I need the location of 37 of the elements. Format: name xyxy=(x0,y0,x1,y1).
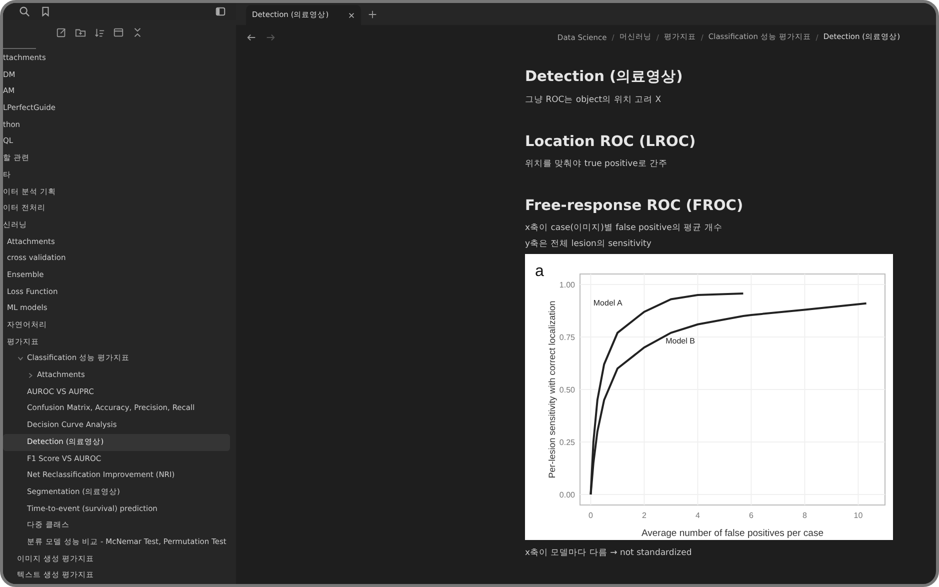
x-tick-label: 8 xyxy=(802,511,807,520)
x-tick-label: 2 xyxy=(642,511,646,520)
new-folder-icon[interactable] xyxy=(75,27,86,38)
note-text: 그냥 ROC는 object의 위치 고려 X xyxy=(525,94,662,106)
close-icon[interactable] xyxy=(348,12,355,18)
note-text: x축이 모델마다 다름 → not standardized xyxy=(525,547,693,559)
x-tick-label: 10 xyxy=(854,511,863,520)
y-tick-label: 0.50 xyxy=(559,386,575,394)
y-axis-title: Per-lesion sensitivity with correct localization xyxy=(547,300,557,478)
x-tick-label: 4 xyxy=(696,511,700,520)
plus-icon[interactable] xyxy=(367,8,378,20)
note-heading: Free-response ROC (FROC) xyxy=(525,198,744,214)
series-label: Model A xyxy=(593,298,622,308)
search-icon[interactable] xyxy=(19,6,30,18)
note-heading: Location ROC (LROC) xyxy=(525,134,697,150)
chevron-icon xyxy=(17,355,24,362)
x-tick-label: 0 xyxy=(588,511,593,520)
series-label: Model B xyxy=(666,336,695,346)
new-note-icon[interactable] xyxy=(56,27,67,38)
x-axis-title: Average number of false positives per case xyxy=(642,528,824,539)
x-tick-label: 6 xyxy=(749,511,754,520)
note-text: y축은 전체 lesion의 sensitivity xyxy=(525,238,652,250)
sidebar-toggle-icon[interactable] xyxy=(215,6,226,18)
y-tick-label: 0.00 xyxy=(559,490,575,500)
note-text: 위치를 맞춰야 true positive로 간주 xyxy=(525,158,669,170)
back-arrow-icon[interactable] xyxy=(246,32,257,42)
y-tick-label: 1.00 xyxy=(559,280,575,290)
y-tick-label: 0.25 xyxy=(559,438,575,447)
sort-icon[interactable] xyxy=(94,27,105,38)
note-text: x축이 case(이미지)별 false positive의 평균 개수 xyxy=(525,222,724,234)
chevron-icon xyxy=(27,372,34,379)
panel-label: a xyxy=(535,263,544,280)
panel-icon[interactable] xyxy=(113,27,124,38)
collapse-icon[interactable] xyxy=(132,27,143,38)
y-tick-label: 0.75 xyxy=(559,333,575,342)
note-heading: Detection (의료영상) xyxy=(525,68,684,86)
bookmark-icon[interactable] xyxy=(40,6,51,18)
